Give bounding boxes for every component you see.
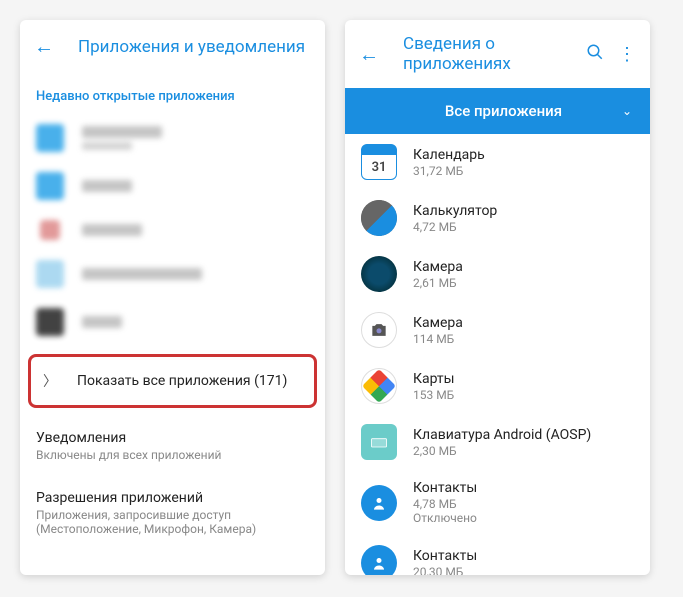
setting-title: Разрешения приложений: [36, 490, 309, 506]
app-row[interactable]: Контакты20,30 МБ: [345, 535, 650, 575]
filter-dropdown[interactable]: Все приложения ⌄: [345, 88, 650, 134]
keyboard-icon: [361, 424, 397, 460]
setting-title: Уведомления: [36, 430, 309, 446]
search-icon[interactable]: [586, 43, 604, 66]
recent-app-row[interactable]: [36, 162, 309, 210]
app-row[interactable]: Клавиатура Android (AOSP)2,30 МБ: [345, 414, 650, 470]
app-size: 4,78 МБ: [413, 497, 477, 511]
app-name: Клавиатура Android (AOSP): [413, 427, 591, 443]
recent-apps-label: Недавно открытые приложения: [20, 73, 325, 114]
show-all-apps-button[interactable]: 〉 Показать все приложения (171): [28, 354, 317, 408]
app-name: Календарь: [413, 147, 485, 163]
maps-icon: [361, 368, 397, 404]
app-name: Камера: [413, 259, 463, 275]
calendar-icon: 31: [361, 144, 397, 180]
app-size: 2,30 МБ: [413, 444, 591, 458]
permissions-setting[interactable]: Разрешения приложений Приложения, запрос…: [20, 476, 325, 550]
recent-app-row[interactable]: [36, 114, 309, 162]
contacts2-icon: [361, 545, 397, 575]
app-row[interactable]: 31 Календарь31,72 МБ: [345, 134, 650, 190]
filter-label: Все приложения: [363, 102, 622, 120]
calc-icon: [361, 200, 397, 236]
app-name: Калькулятор: [413, 203, 497, 219]
app-name: Камера: [413, 315, 463, 331]
app-list: 31Календарь31,72 МБКалькулятор4,72 МБКам…: [345, 134, 650, 575]
app-name: Карты: [413, 371, 455, 387]
apps-notifications-screen: ← Приложения и уведомления Недавно откры…: [20, 20, 325, 575]
app-row[interactable]: Контакты4,78 МБОтключено: [345, 470, 650, 535]
recent-app-row[interactable]: [36, 298, 309, 346]
camera1-icon: [361, 256, 397, 292]
back-arrow-icon[interactable]: ←: [34, 34, 54, 59]
header: ← Приложения и уведомления: [20, 20, 325, 73]
setting-sub: Включены для всех приложений: [36, 448, 309, 462]
chevron-right-icon: 〉: [43, 371, 57, 391]
app-row[interactable]: Камера2,61 МБ: [345, 246, 650, 302]
notifications-setting[interactable]: Уведомления Включены для всех приложений: [20, 416, 325, 476]
setting-sub: Приложения, запросившие доступ (Местопол…: [36, 508, 309, 536]
app-size: 20,30 МБ: [413, 565, 477, 576]
app-info-screen: ← Сведения о приложениях ⋮ Все приложени…: [345, 20, 650, 575]
app-status: Отключено: [413, 511, 477, 525]
more-menu-icon[interactable]: ⋮: [618, 44, 636, 65]
app-row[interactable]: Калькулятор4,72 МБ: [345, 190, 650, 246]
back-arrow-icon[interactable]: ←: [359, 42, 379, 67]
app-name: Контакты: [413, 480, 477, 496]
app-size: 2,61 МБ: [413, 276, 463, 290]
app-size: 114 МБ: [413, 332, 463, 346]
header: ← Сведения о приложениях ⋮: [345, 20, 650, 88]
app-size: 153 МБ: [413, 388, 455, 402]
recent-apps-list: [20, 114, 325, 346]
app-size: 31,72 МБ: [413, 164, 485, 178]
recent-app-row[interactable]: [36, 250, 309, 298]
app-row[interactable]: Карты153 МБ: [345, 358, 650, 414]
screen-title: Приложения и уведомления: [78, 37, 311, 57]
camera2-icon: [361, 312, 397, 348]
app-name: Контакты: [413, 548, 477, 564]
chevron-down-icon: ⌄: [622, 104, 632, 118]
app-row[interactable]: Камера114 МБ: [345, 302, 650, 358]
show-all-label: Показать все приложения (171): [77, 373, 287, 389]
recent-app-row[interactable]: [36, 210, 309, 250]
contacts1-icon: [361, 485, 397, 521]
screen-title: Сведения о приложениях: [403, 34, 572, 74]
app-size: 4,72 МБ: [413, 220, 497, 234]
